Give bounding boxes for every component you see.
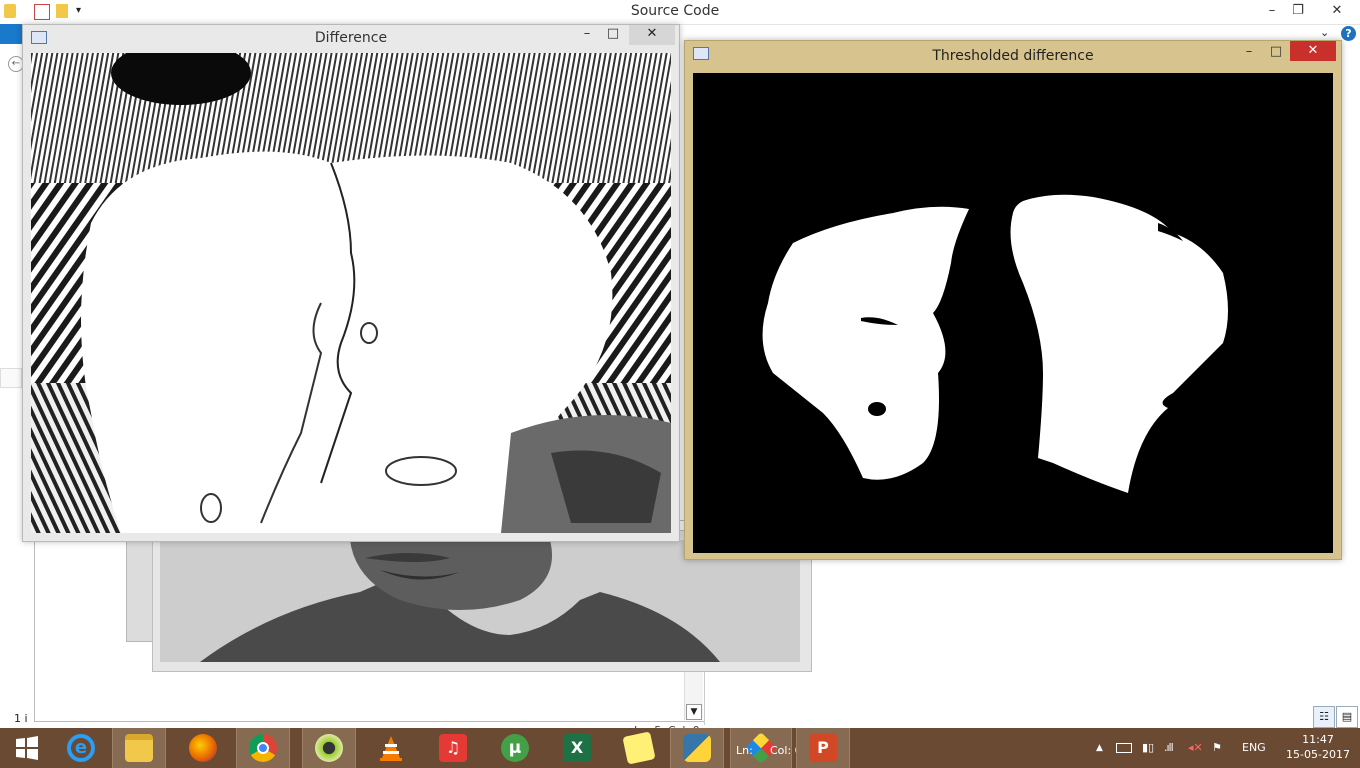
thresholded-maximize-button[interactable]: □ xyxy=(1260,41,1292,63)
item-count-text: 1 i xyxy=(14,712,28,725)
vlc-icon xyxy=(380,736,402,761)
difference-window[interactable]: Difference – □ ✕ xyxy=(22,24,680,542)
language-indicator[interactable]: ENG xyxy=(1242,728,1266,768)
taskbar-firefox[interactable] xyxy=(176,728,230,768)
explorer-restore-button[interactable]: ❐ xyxy=(1282,0,1314,22)
difference-image xyxy=(31,53,671,533)
explorer-titlebar: ▾ Source Code – ❐ ✕ xyxy=(0,0,1360,25)
nav-pane-item[interactable] xyxy=(0,368,22,388)
firefox-icon xyxy=(189,734,217,762)
window-icon[interactable] xyxy=(693,47,709,60)
ribbon-file-tab[interactable] xyxy=(0,24,24,44)
properties-icon[interactable] xyxy=(34,4,50,20)
folder-icon xyxy=(125,734,153,762)
taskbar-powerpoint[interactable]: P xyxy=(796,728,850,768)
explorer-close-button[interactable]: ✕ xyxy=(1314,0,1360,22)
difference-maximize-button[interactable]: □ xyxy=(597,23,629,45)
thresholded-image xyxy=(693,73,1333,553)
chevron-down-icon[interactable]: ⌄ xyxy=(1320,26,1329,39)
idle-status-line: Ln: xyxy=(736,744,753,757)
utorrent-icon: µ xyxy=(501,734,529,762)
taskbar-vlc[interactable] xyxy=(364,728,418,768)
volume-muted-icon[interactable]: ◂✕ xyxy=(1188,728,1203,768)
ie-icon: e xyxy=(67,734,95,762)
excel-icon: X xyxy=(563,734,591,762)
large-icons-view-icon[interactable]: ▤ xyxy=(1336,706,1358,728)
taskbar-utorrent[interactable]: µ xyxy=(488,728,542,768)
powerpoint-icon: P xyxy=(809,734,837,762)
network-signal-icon[interactable]: .ıll xyxy=(1164,728,1174,768)
action-center-icon[interactable]: ⚑ xyxy=(1212,728,1222,768)
thresholded-window-title: Thresholded difference xyxy=(932,48,1094,64)
taskbar: e ♫ µ X Ln: Col: 0 P ▲ ▮▯ .ıll ◂✕ ⚑ ENG … xyxy=(0,728,1360,768)
taskbar-app-round[interactable] xyxy=(302,728,356,768)
details-pane xyxy=(815,555,1360,725)
power-icon[interactable] xyxy=(1116,728,1132,768)
difference-window-title: Difference xyxy=(314,30,388,46)
taskbar-python[interactable] xyxy=(670,728,724,768)
clock[interactable]: 11:47 15-05-2017 xyxy=(1280,732,1356,766)
taskbar-sticky-notes[interactable] xyxy=(612,728,666,768)
window-icon[interactable] xyxy=(31,31,47,44)
thresholded-close-button[interactable]: ✕ xyxy=(1290,41,1336,61)
details-view-icon[interactable]: ☷ xyxy=(1313,706,1335,728)
explorer-window-title: Source Code xyxy=(630,3,720,19)
folder-icon xyxy=(4,4,16,18)
python-icon xyxy=(683,734,711,762)
taskbar-internet-explorer[interactable]: e xyxy=(54,728,108,768)
taskbar-file-explorer[interactable] xyxy=(112,728,166,768)
notes-icon xyxy=(622,731,656,765)
taskbar-chrome[interactable] xyxy=(236,728,290,768)
chevron-down-icon[interactable]: ▾ xyxy=(76,5,81,16)
clock-date: 15-05-2017 xyxy=(1286,748,1350,761)
chrome-icon xyxy=(249,734,277,762)
scroll-down-button[interactable]: ▼ xyxy=(686,704,702,720)
taskbar-excel[interactable]: X xyxy=(550,728,604,768)
thresholded-difference-window[interactable]: Thresholded difference – □ ✕ xyxy=(684,40,1342,560)
headphones-icon: ♫ xyxy=(439,734,467,762)
difference-titlebar[interactable]: Difference – □ ✕ xyxy=(23,25,679,51)
start-button[interactable] xyxy=(0,728,54,768)
circle-app-icon xyxy=(315,734,343,762)
tray-overflow-button[interactable]: ▲ xyxy=(1096,728,1103,768)
new-folder-icon[interactable] xyxy=(56,4,68,18)
keyboard-icon[interactable]: ▮▯ xyxy=(1142,728,1154,768)
taskbar-music[interactable]: ♫ xyxy=(426,728,480,768)
help-icon[interactable]: ? xyxy=(1341,26,1356,41)
windows-logo-icon xyxy=(16,736,38,760)
clock-time: 11:47 xyxy=(1302,733,1334,746)
difference-close-button[interactable]: ✕ xyxy=(629,25,675,45)
